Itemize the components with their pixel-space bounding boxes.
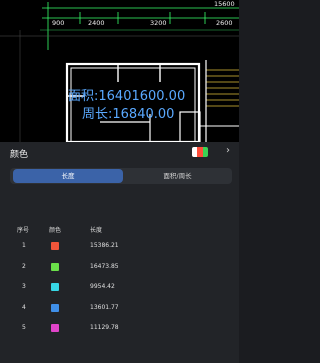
table-row[interactable]: 5 11129.78 xyxy=(0,324,239,336)
panel-header[interactable]: 颜色 › xyxy=(0,142,239,164)
table-header: 序号 颜色 长度 xyxy=(0,225,239,237)
table-row[interactable]: 2 16473.85 xyxy=(0,262,239,275)
column-header-index: 序号 xyxy=(17,227,30,234)
area-measurement: 面积:16401600.00 xyxy=(68,89,186,104)
chevron-right-icon[interactable]: › xyxy=(226,145,230,156)
color-swatch[interactable] xyxy=(51,242,59,250)
color-swatch[interactable] xyxy=(51,283,59,291)
color-swatch[interactable] xyxy=(51,324,59,332)
table-row[interactable]: 3 9954.42 xyxy=(0,283,239,295)
table-row[interactable]: 1 15386.21 xyxy=(0,242,239,254)
table-row[interactable]: 4 13601.77 xyxy=(0,303,239,316)
color-swatch[interactable] xyxy=(51,303,59,312)
dimension-label: 2600 xyxy=(216,19,233,27)
row-index: 4 xyxy=(22,303,26,311)
panel-title: 颜色 xyxy=(10,150,29,160)
color-swatch[interactable] xyxy=(51,262,59,271)
dimension-label: 2400 xyxy=(88,19,105,27)
row-index: 3 xyxy=(22,283,26,290)
row-length: 13601.77 xyxy=(90,303,119,311)
tab-bar: 长度 面积/周长 xyxy=(10,168,232,184)
row-length: 9954.42 xyxy=(90,283,115,290)
row-length: 15386.21 xyxy=(90,242,119,249)
dimension-label: 15600 xyxy=(214,0,235,8)
perimeter-measurement: 周长:16840.00 xyxy=(82,107,175,122)
row-length: 11129.78 xyxy=(90,324,119,331)
cad-viewport[interactable]: 15600 900 2400 3200 2600 面积:16401600.00 … xyxy=(0,0,239,142)
tab-area-perimeter[interactable]: 面积/周长 xyxy=(125,168,230,184)
dimension-label: 900 xyxy=(52,19,65,27)
color-panel: 颜色 › 长度 面积/周长 序号 颜色 长度 1 15386.21 2 16473.8… xyxy=(0,142,239,363)
row-index: 1 xyxy=(22,242,26,249)
dimension-label: 3200 xyxy=(150,19,167,27)
row-index: 2 xyxy=(22,262,26,270)
tab-length[interactable]: 长度 xyxy=(13,169,123,183)
row-length: 16473.85 xyxy=(90,262,119,270)
color-preview[interactable] xyxy=(192,147,208,157)
row-index: 5 xyxy=(22,324,26,331)
column-header-color: 颜色 xyxy=(49,227,62,234)
column-header-length: 长度 xyxy=(90,227,103,234)
